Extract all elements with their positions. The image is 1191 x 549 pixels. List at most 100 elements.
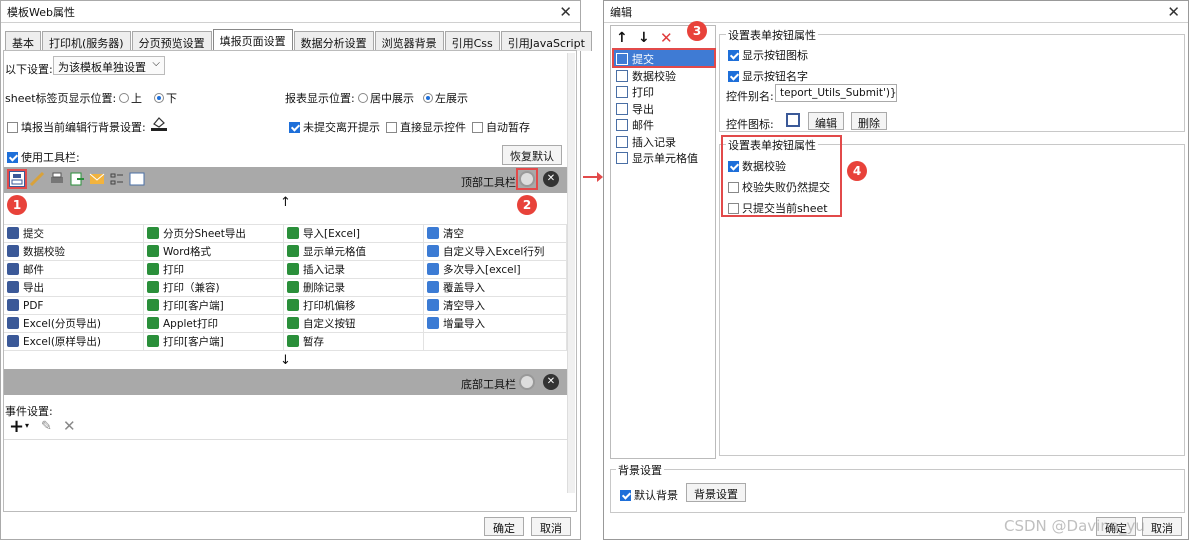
move-up-arrow[interactable]: ↑ bbox=[280, 195, 291, 210]
sheet-pos-top-radio[interactable]: 上 bbox=[119, 90, 142, 106]
tab-page-preview[interactable]: 分页预览设置 bbox=[131, 31, 212, 51]
alias-input[interactable]: teport_Utils_Submit')} bbox=[775, 84, 897, 102]
grid-cell[interactable]: Excel(分页导出) bbox=[4, 315, 144, 333]
cancel-button[interactable]: 取消 bbox=[531, 517, 571, 536]
move-down-arrow[interactable]: ↓ bbox=[280, 353, 291, 368]
grid-cell[interactable]: Excel(原样导出) bbox=[4, 333, 144, 351]
button-type-icon bbox=[147, 335, 159, 347]
tab-css[interactable]: 引用Css bbox=[444, 31, 500, 51]
delete-icon-button[interactable]: 删除 bbox=[851, 112, 887, 130]
tab-browser-bg[interactable]: 浏览器背景 bbox=[374, 31, 444, 51]
grid-cell[interactable]: 清空 bbox=[424, 225, 567, 243]
auto-save-checkbox[interactable]: 自动暂存 bbox=[472, 119, 530, 135]
events-list[interactable] bbox=[4, 439, 567, 511]
add-dropdown-icon[interactable]: ▾ bbox=[25, 421, 29, 430]
grid-cell[interactable]: 覆盖导入 bbox=[424, 279, 567, 297]
report-pos-center-radio[interactable]: 居中展示 bbox=[358, 90, 414, 106]
ok-button[interactable]: 确定 bbox=[484, 517, 524, 536]
default-bg-checkbox[interactable]: 默认背景 bbox=[620, 487, 678, 503]
list-item[interactable]: 显示单元格值 bbox=[616, 150, 698, 166]
grid-cell[interactable]: Word格式 bbox=[144, 243, 284, 261]
data-check-icon[interactable] bbox=[29, 171, 45, 187]
grid-cell[interactable]: 清空导入 bbox=[424, 297, 567, 315]
list-down-arrow[interactable]: ↓ bbox=[638, 30, 650, 46]
use-toolbar-checkbox[interactable]: 使用工具栏: bbox=[7, 149, 80, 165]
restore-default-button[interactable]: 恢复默认 bbox=[502, 145, 562, 165]
tab-strip: 基本 打印机(服务器) 分页预览设置 填报页面设置 数据分析设置 浏览器背景 引… bbox=[5, 29, 593, 51]
grid-cell-label: 插入记录 bbox=[303, 264, 345, 276]
remove-icon[interactable]: ✕ bbox=[543, 171, 559, 187]
grid-cell[interactable]: 显示单元格值 bbox=[284, 243, 424, 261]
direct-show-checkbox[interactable]: 直接显示控件 bbox=[386, 119, 466, 135]
tab-javascript[interactable]: 引用JavaScript bbox=[500, 31, 592, 51]
paint-bucket-icon[interactable] bbox=[151, 115, 167, 131]
list-item[interactable]: 数据校验 bbox=[616, 68, 676, 84]
grid-cell[interactable]: 增量导入 bbox=[424, 315, 567, 333]
marker-1: 1 bbox=[7, 195, 27, 215]
grid-cell[interactable]: 数据校验 bbox=[4, 243, 144, 261]
grid-cell-label: 多次导入[excel] bbox=[443, 264, 521, 276]
grid-cell[interactable]: 打印[客户端] bbox=[144, 297, 284, 315]
grid-cell[interactable]: 打印（兼容) bbox=[144, 279, 284, 297]
grid-cell[interactable]: PDF bbox=[4, 297, 144, 315]
tab-data-analysis[interactable]: 数据分析设置 bbox=[293, 31, 374, 51]
button-type-icon bbox=[7, 317, 19, 329]
fill-bg-checkbox[interactable]: 填报当前编辑行背景设置: bbox=[7, 119, 146, 135]
add-event-icon[interactable]: + bbox=[9, 416, 24, 437]
edit-pencil-icon[interactable]: ✎ bbox=[41, 419, 52, 434]
edit-dialog: 编辑 ✕ ↑ ↓ ✕ 3 提交 数据校验 打印 导出 邮件 插入记录 显示单元格值 设置表单… bbox=[603, 0, 1189, 540]
button-type-icon bbox=[7, 263, 19, 275]
grid-cell[interactable]: 插入记录 bbox=[284, 261, 424, 279]
grid-cell[interactable]: 打印机偏移 bbox=[284, 297, 424, 315]
grid-cell[interactable]: 导出 bbox=[4, 279, 144, 297]
scrollbar[interactable] bbox=[567, 53, 575, 493]
show-cell-value-icon[interactable] bbox=[129, 171, 145, 187]
show-name-checkbox[interactable]: 显示按钮名字 bbox=[728, 68, 808, 84]
mail-icon[interactable] bbox=[89, 171, 105, 187]
grid-cell[interactable]: 自定义按钮 bbox=[284, 315, 424, 333]
grid-cell[interactable]: 分页分Sheet导出 bbox=[144, 225, 284, 243]
list-item[interactable]: 邮件 bbox=[616, 117, 654, 133]
insert-record-icon[interactable] bbox=[109, 171, 125, 187]
button-type-icon bbox=[287, 263, 299, 275]
grid-cell[interactable]: 导入[Excel] bbox=[284, 225, 424, 243]
grid-cell[interactable]: 删除记录 bbox=[284, 279, 424, 297]
grid-cell[interactable]: 多次导入[excel] bbox=[424, 261, 567, 279]
list-item[interactable]: 导出 bbox=[616, 101, 654, 117]
list-item[interactable]: 提交 bbox=[616, 51, 654, 67]
delete-event-icon[interactable]: ✕ bbox=[63, 417, 76, 435]
list-item[interactable]: 打印 bbox=[616, 84, 654, 100]
bottom-gear-icon[interactable] bbox=[519, 374, 535, 390]
tab-fill-page[interactable]: 填报页面设置 bbox=[212, 29, 293, 51]
close-icon[interactable]: ✕ bbox=[559, 3, 572, 21]
show-icon-checkbox[interactable]: 显示按钮图标 bbox=[728, 47, 808, 63]
bottom-remove-icon[interactable]: ✕ bbox=[543, 374, 559, 390]
grid-cell[interactable]: 打印 bbox=[144, 261, 284, 279]
grid-cell[interactable]: Applet打印 bbox=[144, 315, 284, 333]
bg-setting-button[interactable]: 背景设置 bbox=[686, 483, 746, 502]
grid-cell[interactable]: 邮件 bbox=[4, 261, 144, 279]
edit-icon-button[interactable]: 编辑 bbox=[808, 112, 844, 130]
grid-cell[interactable]: 自定义导入Excel行列 bbox=[424, 243, 567, 261]
print-icon[interactable] bbox=[49, 171, 65, 187]
export-icon[interactable] bbox=[69, 171, 85, 187]
edit-close-icon[interactable]: ✕ bbox=[1167, 3, 1180, 21]
list-delete-icon[interactable]: ✕ bbox=[660, 29, 673, 47]
report-pos-left-radio[interactable]: 左展示 bbox=[423, 90, 468, 106]
list-item-label: 导出 bbox=[632, 102, 654, 116]
tab-printer[interactable]: 打印机(服务器) bbox=[42, 31, 131, 51]
scope-select[interactable]: 为该模板单独设置 ⌵ bbox=[53, 56, 165, 75]
list-item[interactable]: 插入记录 bbox=[616, 134, 676, 150]
sheet-pos-bottom-radio[interactable]: 下 bbox=[154, 90, 177, 106]
list-up-arrow[interactable]: ↑ bbox=[616, 30, 628, 46]
grid-cell[interactable]: 打印[客户端] bbox=[144, 333, 284, 351]
grid-cell-label: 导出 bbox=[23, 282, 44, 294]
edit-cancel-button[interactable]: 取消 bbox=[1142, 517, 1182, 536]
group1-title: 设置表单按钮属性 bbox=[726, 27, 818, 43]
grid-cell[interactable]: 暂存 bbox=[284, 333, 424, 351]
grid-cell-label: 清空导入 bbox=[443, 300, 485, 312]
grid-cell[interactable]: 提交 bbox=[4, 225, 144, 243]
button-type-icon bbox=[147, 299, 159, 311]
unsubmitted-prompt-checkbox[interactable]: 未提交离开提示 bbox=[289, 119, 380, 135]
tab-basic[interactable]: 基本 bbox=[5, 31, 41, 51]
